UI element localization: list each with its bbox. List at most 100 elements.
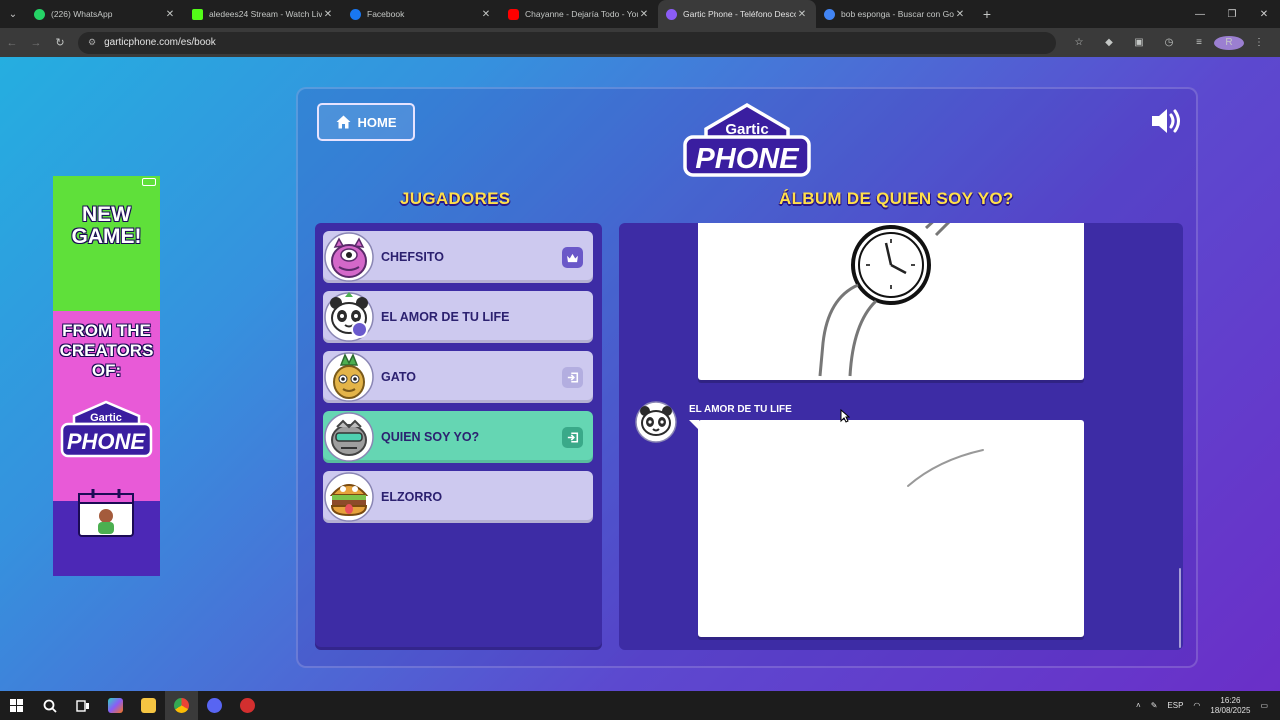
player-item[interactable]: ELZORRO [323,471,593,523]
wifi-icon[interactable]: ◠ [1193,701,1200,710]
players-list: CHEFSITO EL AMOR DE TU LIFE GATO QUIEN S… [315,223,602,650]
restore-icon[interactable]: ❐ [1216,9,1248,20]
player-item[interactable]: GATO [323,351,593,403]
player-name: ELZORRO [381,490,443,504]
single-line-drawing [907,449,984,487]
tab-search-icon[interactable]: ⌄ [0,0,26,28]
pineapple-avatar [324,352,374,402]
pink-monster-avatar [324,232,374,282]
ad-headline: NEW GAME! [71,203,142,248]
browser-tab-gartic[interactable]: Gartic Phone - Teléfono Descompuesto ✕ [658,0,816,28]
history-icon[interactable]: ◷ [1154,37,1184,48]
player-name: CHEFSITO [381,250,444,264]
burger-avatar [324,472,374,522]
tab-title: Chayanne - Dejaría Todo - YouTube [525,9,638,19]
player-left-icon [562,367,583,388]
window-controls: — ❐ ✕ [1184,9,1280,20]
tab-title: Facebook [367,9,405,19]
task-view-icon[interactable] [66,691,99,720]
tab-title: Gartic Phone - Teléfono Descompuesto [683,9,796,19]
close-window-icon[interactable]: ✕ [1248,9,1280,20]
mouse-cursor-icon [840,409,850,423]
profile-avatar[interactable]: R [1214,35,1244,50]
bookmark-star-icon[interactable]: ☆ [1064,37,1094,48]
tab-close-icon[interactable]: ✕ [796,9,808,20]
url-text: garticphone.com/es/book [104,37,216,48]
forward-icon[interactable]: → [24,37,48,49]
player-item-active[interactable]: QUIEN SOY YO? [323,411,593,463]
sound-toggle-icon[interactable] [1150,107,1184,135]
extension-diamond-icon[interactable]: ◆ [1094,37,1124,48]
player-name: QUIEN SOY YO? [381,430,480,444]
host-crown-icon [562,247,583,268]
home-button-label: HOME [357,114,397,130]
address-bar[interactable]: ⚙ garticphone.com/es/book [78,31,1056,54]
browser-menu-icon[interactable]: ⋮ [1244,37,1274,48]
player-item[interactable]: EL AMOR DE TU LIFE [323,291,593,343]
tab-title: bob esponga - Buscar con Google [841,9,954,19]
clock-watch-drawing [818,223,951,377]
browser-tab-facebook[interactable]: Facebook ✕ [342,0,500,28]
minimize-icon[interactable]: — [1184,9,1216,20]
tab-close-icon[interactable]: ✕ [164,9,176,20]
language-indicator[interactable]: ESP [1167,701,1183,710]
advertisement-banner[interactable]: NEW GAME! FROM THE CREATORS OF: Gartic P… [53,176,160,576]
browser-tab-google[interactable]: bob esponga - Buscar con Google ✕ [816,0,974,28]
player-name: EL AMOR DE TU LIFE [381,310,510,324]
ad-logo-top-text: Gartic [90,412,122,424]
windows-taskbar: ˄ ✎ ESP ◠ 16:26 18/08/2025 ▭ [0,691,1280,720]
copilot-icon[interactable] [99,691,132,720]
player-name: GATO [381,370,416,384]
browser-tab-youtube[interactable]: Chayanne - Dejaría Todo - YouTube ✕ [500,0,658,28]
player-item[interactable]: CHEFSITO [323,231,593,283]
clock-time: 16:26 [1220,695,1241,705]
new-tab-button[interactable]: + [974,6,1000,22]
browser-tab-whatsapp[interactable]: (226) WhatsApp ✕ [26,0,184,28]
tray-chevron-icon[interactable]: ˄ [1136,701,1141,710]
discord-icon[interactable] [198,691,231,720]
tab-close-icon[interactable]: ✕ [954,9,966,20]
back-icon[interactable]: ← [0,37,24,49]
app-icon[interactable] [231,691,264,720]
ad-body: FROM THE CREATORS OF: [59,321,154,380]
you-indicator-icon [351,321,368,338]
browser-tab-bar: ⌄ (226) WhatsApp ✕ aledees24 Stream - Wa… [0,0,1280,28]
tab-title: (226) WhatsApp [51,9,113,19]
players-section-title: JUGADORES [400,189,511,208]
browser-toolbar: ← → ↻ ⚙ garticphone.com/es/book ☆ ◆ ▣ ◷ … [0,28,1280,57]
chrome-icon[interactable] [165,691,198,720]
tab-close-icon[interactable]: ✕ [638,9,650,20]
album-drawing-line [698,420,1084,637]
browser-tab-kick[interactable]: aledees24 Stream - Watch Live ✕ [184,0,342,28]
search-icon[interactable] [33,691,66,720]
notifications-icon[interactable]: ▭ [1260,701,1268,710]
ad-gartic-phone-logo: Gartic PHONE [60,400,153,458]
panda-avatar [635,401,677,443]
home-icon [336,115,350,129]
album-section-title: ÁLBUM DE QUIEN SOY YO? [779,189,1014,208]
site-info-icon[interactable]: ⚙ [88,37,96,48]
ad-choices-icon[interactable] [142,178,156,186]
home-button[interactable]: HOME [317,103,415,141]
system-clock[interactable]: 16:26 18/08/2025 [1210,696,1250,716]
album-scrollbar[interactable] [1179,568,1181,648]
tab-close-icon[interactable]: ✕ [480,9,492,20]
clock-date: 18/08/2025 [1210,705,1251,715]
page-content: NEW GAME! FROM THE CREATORS OF: Gartic P… [0,57,1280,691]
robot-avatar [324,412,374,462]
ad-calendar-illustration [78,489,134,537]
extensions-puzzle-icon[interactable]: ▣ [1124,37,1154,48]
reload-icon[interactable]: ↻ [48,36,72,49]
youtube-icon [508,8,519,20]
whatsapp-icon [34,8,45,20]
facebook-icon [350,8,361,20]
tab-title: aledees24 Stream - Watch Live [209,9,322,19]
tab-close-icon[interactable]: ✕ [322,9,334,20]
file-explorer-icon[interactable] [132,691,165,720]
pen-icon[interactable]: ✎ [1151,701,1158,710]
windows-start-icon[interactable] [0,691,33,720]
album-viewer[interactable]: EL AMOR DE TU LIFE [619,223,1183,650]
logo-bottom-text: PHONE [695,143,800,175]
player-left-icon [562,427,583,448]
media-control-icon[interactable]: ≡ [1184,37,1214,48]
